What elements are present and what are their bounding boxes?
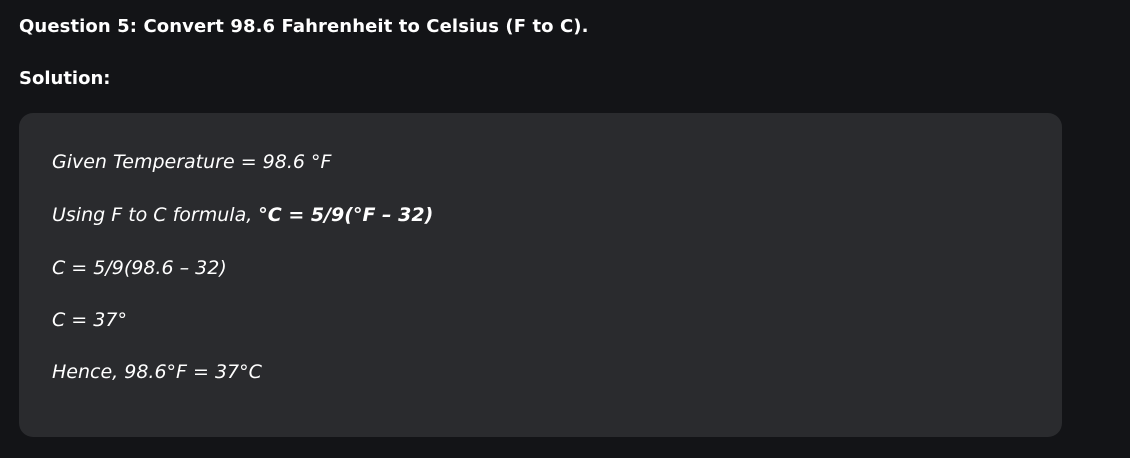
question-heading: Question 5: Convert 98.6 Fahrenheit to C… — [19, 16, 589, 37]
substitution-line: C = 5/9(98.6 – 32) — [52, 257, 227, 279]
solution-label: Solution: — [19, 68, 111, 89]
result-line: C = 37° — [52, 309, 127, 331]
formula-line: Using F to C formula, °C = 5/9(°F – 32) — [52, 204, 433, 226]
solution-box: Given Temperature = 98.6 °F Using F to C… — [19, 113, 1062, 437]
formula-expression: °C = 5/9(°F – 32) — [258, 204, 434, 226]
conclusion-line: Hence, 98.6°F = 37°C — [52, 361, 262, 383]
given-temperature-line: Given Temperature = 98.6 °F — [52, 151, 332, 173]
formula-line-prefix: Using F to C formula, — [52, 204, 259, 226]
